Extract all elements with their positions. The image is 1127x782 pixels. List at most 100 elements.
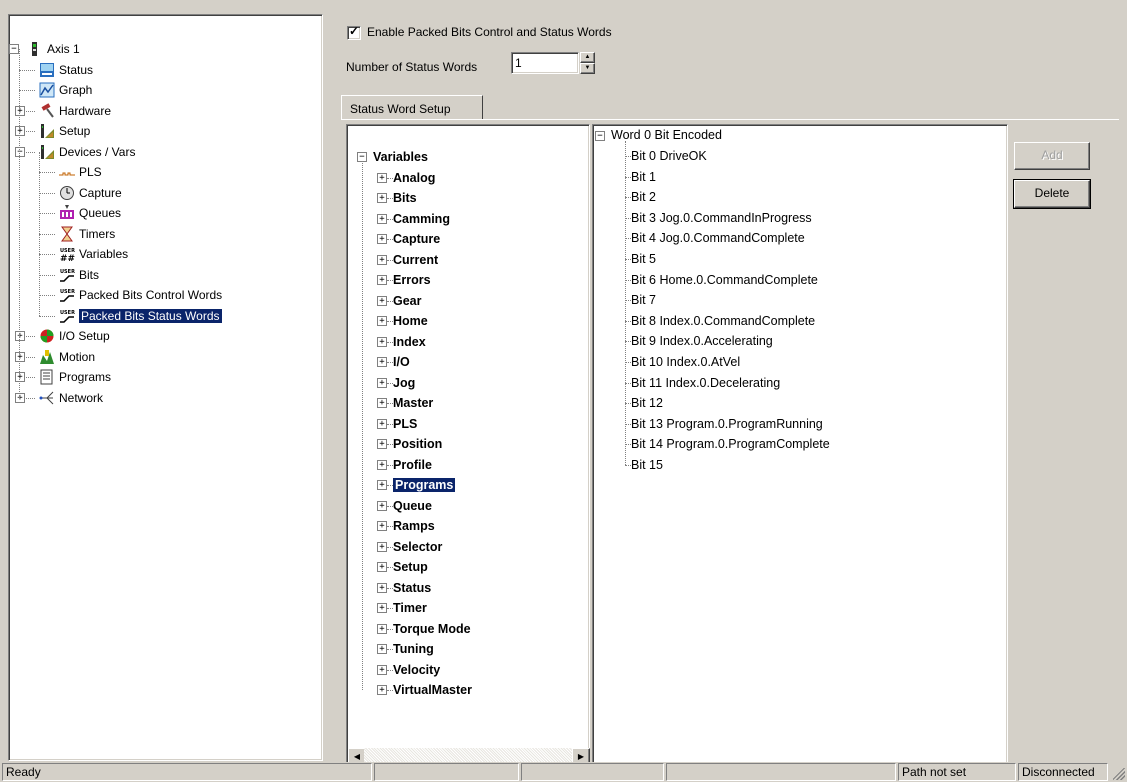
expand-icon[interactable]: + <box>377 500 387 511</box>
expand-icon[interactable]: + <box>377 418 387 429</box>
status-bit-4[interactable]: Bit 4 Jog.0.CommandComplete <box>631 231 805 245</box>
expand-icon[interactable]: + <box>377 603 387 613</box>
expand-icon[interactable]: + <box>377 254 387 265</box>
expand-icon[interactable]: + <box>377 336 387 347</box>
status-word-0[interactable]: − Word 0 Bit Encoded <box>595 128 722 142</box>
variable-group-label: Torque Mode <box>393 621 471 636</box>
tab-status-word-setup[interactable]: Status Word Setup <box>341 95 483 120</box>
tree-item-packed-bits-status-words[interactable]: USER Packed Bits Status Words <box>9 306 319 327</box>
tree-connector <box>19 49 20 398</box>
tree-item-pls[interactable]: PLS <box>9 162 319 183</box>
status-bit-15[interactable]: Bit 15 <box>631 458 663 472</box>
tree-item-bits[interactable]: USER Bits <box>9 265 319 286</box>
status-bit-5[interactable]: Bit 5 <box>631 252 656 266</box>
tree-item-variables[interactable]: USER ## Variables <box>9 244 319 265</box>
variable-group-label: Timer <box>393 601 427 615</box>
expand-icon[interactable]: + <box>15 331 25 341</box>
expand-icon[interactable]: + <box>377 316 387 326</box>
expand-icon[interactable]: + <box>377 562 387 572</box>
collapse-icon[interactable]: − <box>595 131 605 141</box>
expand-icon[interactable]: + <box>377 685 387 695</box>
tree-item-label: Variables <box>79 247 129 261</box>
number-spinner[interactable]: ▲ ▼ <box>580 52 595 74</box>
status-bit-13[interactable]: Bit 13 Program.0.ProgramRunning <box>631 417 823 431</box>
expand-icon[interactable]: + <box>377 439 387 449</box>
status-bit-14[interactable]: Bit 14 Program.0.ProgramComplete <box>631 437 830 451</box>
status-bit-11[interactable]: Bit 11 Index.0.Decelerating <box>631 376 780 390</box>
status-bit-9[interactable]: Bit 9 Index.0.Accelerating <box>631 334 773 348</box>
expand-icon[interactable]: + <box>377 172 387 183</box>
tree-item-i-o-setup[interactable]: + I/O Setup <box>9 326 319 347</box>
expand-icon[interactable]: + <box>377 377 387 388</box>
tree-item-programs[interactable]: + Programs <box>9 367 319 388</box>
expand-icon[interactable]: + <box>15 372 25 382</box>
status-bit-1[interactable]: Bit 1 <box>631 170 656 184</box>
tree-item-devices-vars[interactable]: − Devices / Vars <box>9 142 319 163</box>
expand-icon[interactable]: + <box>377 275 387 285</box>
tree-item-motion[interactable]: + Motion <box>9 347 319 368</box>
panel-splitter[interactable] <box>325 14 329 759</box>
number-of-status-words-input[interactable]: 1 <box>511 52 579 74</box>
tree-item-label: Network <box>59 390 104 405</box>
motion-icon <box>39 349 55 365</box>
tree-item-network[interactable]: + Network <box>9 388 319 409</box>
tree-item-setup[interactable]: + Setup <box>9 121 319 142</box>
add-button[interactable]: Add <box>1014 142 1090 170</box>
tree-connector <box>39 151 40 316</box>
expand-icon[interactable]: + <box>377 295 387 306</box>
variable-group-label: Bits <box>393 191 417 205</box>
status-bit-7[interactable]: Bit 7 <box>631 293 656 307</box>
tree-item-capture[interactable]: Capture <box>9 183 319 204</box>
status-bit-0[interactable]: Bit 0 DriveOK <box>631 149 707 163</box>
status-bit-3[interactable]: Bit 3 Jog.0.CommandInProgress <box>631 211 812 225</box>
expand-icon[interactable]: + <box>377 623 387 634</box>
expand-icon[interactable]: + <box>377 234 387 244</box>
expand-icon[interactable]: + <box>377 582 387 593</box>
expand-icon[interactable]: + <box>377 664 387 675</box>
expand-icon[interactable]: + <box>377 459 387 470</box>
expand-icon[interactable]: + <box>15 392 25 403</box>
status-bit-2[interactable]: Bit 2 <box>631 190 656 204</box>
tree-item-queues[interactable]: Queues <box>9 203 319 224</box>
expand-icon[interactable]: + <box>377 193 387 203</box>
tree-item-axis-1[interactable]: − Axis 1 <box>9 39 319 60</box>
project-tree-panel[interactable]: − Axis 1 Status Graph + Hardware + Setup − Device… <box>8 14 323 761</box>
spin-down-button[interactable]: ▼ <box>580 63 595 74</box>
tree-connector <box>625 141 626 465</box>
status-bit-12[interactable]: Bit 12 <box>631 396 663 410</box>
collapse-icon[interactable]: − <box>9 44 19 54</box>
expand-icon[interactable]: + <box>377 480 387 490</box>
resize-grip-icon[interactable] <box>1113 768 1125 780</box>
tree-item-graph[interactable]: Graph <box>9 80 319 101</box>
tree-item-label: Axis 1 <box>47 42 80 56</box>
tree-item-timers[interactable]: Timers <box>9 224 319 245</box>
tree-connector <box>39 315 55 317</box>
status-word-tree-panel[interactable]: − Word 0 Bit Encoded Bit 0 DriveOK Bit 1 Bit… <box>592 124 1008 766</box>
enable-packed-bits-checkbox[interactable]: ✓ <box>347 24 361 40</box>
variables-tree-panel[interactable]: − Variables + Analog + Bits + Camming + Capture + C… <box>346 124 590 766</box>
status-bit-8[interactable]: Bit 8 Index.0.CommandComplete <box>631 314 815 328</box>
spin-up-button[interactable]: ▲ <box>580 52 595 63</box>
tab-label: Status Word Setup <box>350 102 451 116</box>
tree-item-status[interactable]: Status <box>9 60 319 81</box>
expand-icon[interactable]: + <box>15 351 25 362</box>
status-bit-6[interactable]: Bit 6 Home.0.CommandComplete <box>631 273 818 287</box>
tree-connector <box>39 233 55 235</box>
devices-icon <box>39 144 55 160</box>
collapse-icon[interactable]: − <box>15 146 25 157</box>
delete-button[interactable]: Delete <box>1013 179 1091 209</box>
expand-icon[interactable]: + <box>15 105 25 116</box>
tree-item-packed-bits-control-words[interactable]: USER Packed Bits Control Words <box>9 285 319 306</box>
expand-icon[interactable]: + <box>377 541 387 552</box>
tree-item-hardware[interactable]: + Hardware <box>9 101 319 122</box>
expand-icon[interactable]: + <box>15 126 25 136</box>
tree-item-label: Devices / Vars <box>59 144 136 159</box>
expand-icon[interactable]: + <box>377 521 387 531</box>
number-of-status-words-value: 1 <box>515 56 522 70</box>
expand-icon[interactable]: + <box>377 357 387 367</box>
expand-icon[interactable]: + <box>377 644 387 654</box>
expand-icon[interactable]: + <box>377 213 387 224</box>
variable-group-label: Gear <box>393 293 422 308</box>
status-bit-10[interactable]: Bit 10 Index.0.AtVel <box>631 355 740 369</box>
expand-icon[interactable]: + <box>377 398 387 408</box>
